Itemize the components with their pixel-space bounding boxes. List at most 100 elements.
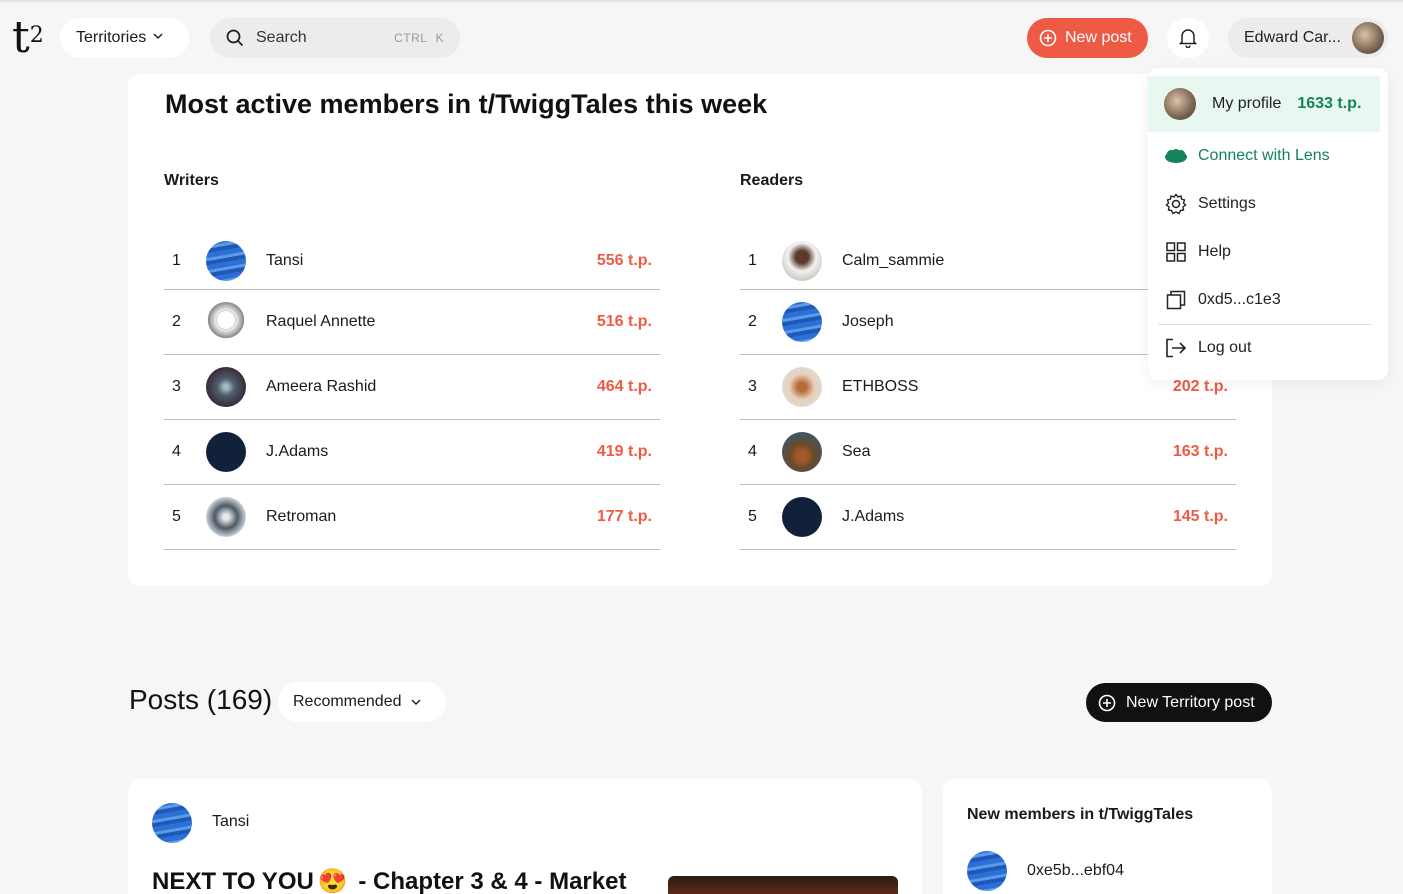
member-points: 516 t.p. [596, 313, 652, 330]
writers-list: 1 Tansi 556 t.p. 2 Raquel Annette 516 t.… [164, 232, 660, 550]
post-card[interactable]: Tansi NEXT TO YOU 😍 - Chapter 3 & 4 - Mar… [128, 779, 922, 894]
avatar[interactable] [206, 497, 246, 537]
menu-log-out[interactable]: Log out [1148, 324, 1388, 372]
menu-copy-wallet[interactable]: 0xd5...c1e3 [1148, 276, 1388, 324]
user-avatar [1352, 22, 1384, 54]
user-name: Edward Car... [1244, 29, 1341, 46]
rank: 5 [748, 508, 757, 525]
member-name[interactable]: Tansi [266, 252, 303, 270]
my-profile-label: My profile [1212, 95, 1282, 112]
rank: 4 [748, 443, 757, 460]
territories-label: Territories [76, 29, 147, 46]
plus-circle-icon [1098, 694, 1116, 712]
post-title[interactable]: NEXT TO YOU 😍 - Chapter 3 & 4 - Market [152, 867, 626, 894]
avatar[interactable] [206, 240, 246, 281]
grid-icon [1164, 242, 1188, 262]
heart-eyes-emoji: 😍 [317, 868, 348, 894]
readers-heading: Readers [740, 172, 804, 189]
search-icon [226, 29, 244, 47]
rank: 1 [748, 251, 757, 269]
new-members-title: New members in t/TwiggTales [967, 806, 1194, 823]
writer-row[interactable]: 4 J.Adams 419 t.p. [164, 420, 660, 485]
writers-heading: Writers [164, 172, 219, 189]
member-points: 202 t.p. [1172, 378, 1228, 395]
member-points: 419 t.p. [596, 443, 652, 460]
copy-icon [1164, 290, 1188, 310]
rank: 2 [172, 313, 181, 330]
sort-label: Recommended [293, 693, 402, 710]
chevron-down-icon [410, 696, 422, 708]
member-name[interactable]: Ameera Rashid [266, 378, 376, 396]
avatar[interactable] [206, 302, 246, 342]
bell-icon [1179, 28, 1197, 48]
wallet-address: 0xd5...c1e3 [1198, 291, 1281, 308]
member-points: 464 t.p. [596, 378, 652, 395]
new-post-label: New post [1065, 29, 1132, 46]
member-name[interactable]: ETHBOSS [842, 378, 918, 396]
member-points: 145 t.p. [1172, 508, 1228, 525]
member-name[interactable]: Retroman [266, 508, 336, 526]
avatar[interactable] [206, 367, 246, 407]
member-points: 556 t.p. [596, 251, 652, 269]
sort-dropdown[interactable]: Recommended [278, 682, 446, 722]
most-active-card: Most active members in t/TwiggTales this… [128, 74, 1272, 586]
plus-circle-icon [1039, 29, 1057, 47]
settings-label: Settings [1198, 195, 1256, 212]
most-active-title: Most active members in t/TwiggTales this… [165, 89, 768, 119]
rank: 3 [172, 378, 181, 395]
profile-avatar [1164, 88, 1196, 120]
notifications-button[interactable] [1167, 18, 1209, 58]
avatar[interactable] [782, 497, 822, 537]
log-out-label: Log out [1198, 339, 1252, 356]
rank: 4 [172, 443, 181, 460]
lens-icon [1164, 148, 1188, 164]
profile-points: 1633 t.p. [1297, 95, 1362, 112]
rank: 1 [172, 251, 181, 269]
writer-row[interactable]: 2 Raquel Annette 516 t.p. [164, 290, 660, 355]
menu-my-profile[interactable]: My profile 1633 t.p. [1148, 76, 1380, 132]
reader-row[interactable]: 5 J.Adams 145 t.p. [740, 485, 1236, 550]
member-name[interactable]: Joseph [842, 313, 894, 331]
t2-logo[interactable]: t2 [12, 16, 44, 60]
writer-row[interactable]: 1 Tansi 556 t.p. [164, 232, 660, 290]
new-post-button[interactable]: New post [1027, 18, 1148, 58]
menu-help[interactable]: Help [1148, 228, 1388, 276]
member-name[interactable]: J.Adams [842, 508, 904, 526]
menu-settings[interactable]: Settings [1148, 180, 1388, 228]
menu-connect-lens[interactable]: Connect with Lens [1148, 132, 1388, 180]
avatar[interactable] [206, 432, 246, 472]
rank: 5 [172, 508, 181, 525]
help-label: Help [1198, 243, 1231, 260]
writer-row[interactable]: 5 Retroman 177 t.p. [164, 485, 660, 550]
rank: 2 [748, 313, 757, 330]
member-name[interactable]: Raquel Annette [266, 313, 375, 331]
chevron-down-icon [152, 29, 164, 47]
member-points: 163 t.p. [1172, 443, 1228, 460]
rank: 3 [748, 378, 757, 395]
avatar[interactable] [782, 240, 822, 281]
member-points: 177 t.p. [596, 508, 652, 525]
avatar[interactable] [782, 367, 822, 407]
avatar[interactable] [782, 302, 822, 342]
search-box[interactable]: Search CTRL K [210, 18, 460, 58]
reader-row[interactable]: 4 Sea 163 t.p. [740, 420, 1236, 485]
connect-lens-label: Connect with Lens [1198, 147, 1330, 164]
member-name[interactable]: Calm_sammie [842, 252, 944, 270]
member-name[interactable]: 0xe5b...ebf04 [1027, 862, 1124, 880]
new-territory-post-label: New Territory post [1126, 693, 1255, 711]
avatar[interactable] [967, 851, 1007, 891]
gear-icon [1164, 193, 1188, 215]
member-name[interactable]: J.Adams [266, 443, 328, 461]
territories-dropdown[interactable]: Territories [60, 18, 189, 58]
new-territory-post-button[interactable]: New Territory post [1086, 683, 1272, 722]
avatar[interactable] [782, 432, 822, 472]
user-dropdown-menu: My profile 1633 t.p. Connect with Lens S… [1148, 68, 1388, 380]
author-avatar[interactable] [152, 803, 192, 843]
post-author[interactable]: Tansi [212, 813, 249, 831]
user-menu-button[interactable]: Edward Car... [1228, 18, 1388, 58]
writer-row[interactable]: 3 Ameera Rashid 464 t.p. [164, 355, 660, 420]
search-label: Search [256, 29, 307, 46]
member-name[interactable]: Sea [842, 443, 870, 461]
posts-title: Posts (169) [129, 684, 273, 715]
post-thumbnail[interactable] [668, 876, 898, 894]
